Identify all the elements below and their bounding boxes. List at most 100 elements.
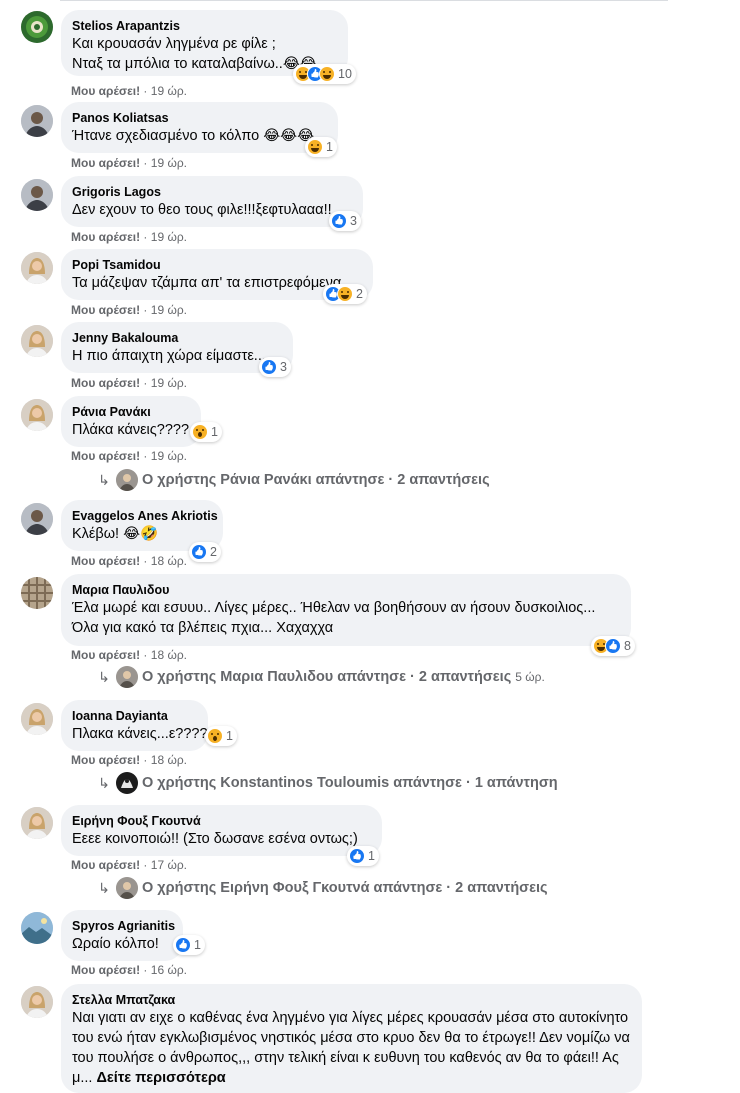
comment-timestamp[interactable]: 17 ώρ.: [151, 858, 187, 872]
comment-text: Όλα για κακό τα βλέπεις πχια... Χαχαχχα: [72, 620, 334, 636]
avatar[interactable]: [21, 986, 53, 1018]
like-reaction-icon: [331, 213, 347, 229]
comment-author-link[interactable]: Στελλα Μπατζακα: [72, 992, 630, 1008]
like-reaction-icon: [605, 638, 621, 654]
see-more-link[interactable]: Δείτε περισσότερα: [96, 1070, 225, 1086]
reaction-summary[interactable]: 3: [329, 211, 361, 231]
separator-dot: ·: [140, 230, 151, 244]
comment-timestamp[interactable]: 18 ώρ.: [151, 753, 187, 767]
comment-author-link[interactable]: Popi Tsamidou: [72, 257, 361, 273]
like-button[interactable]: Μου αρέσει!: [71, 84, 140, 98]
comment-author-link[interactable]: Evaggelos Anes Akriotis: [72, 508, 218, 524]
comment-bubble: Ioanna Dayianta Πλακα κάνεις...ε????: [61, 700, 208, 751]
like-button[interactable]: Μου αρέσει!: [71, 554, 140, 568]
comment-author-link[interactable]: Panos Koliatsas: [72, 110, 326, 126]
comment-bubble: Στελλα Μπατζακα Ναι γιατι αν ειχε ο καθέν…: [61, 984, 642, 1093]
comment-timestamp[interactable]: 19 ώρ.: [151, 449, 187, 463]
comment-author-link[interactable]: Μαρια Παυλιδου: [72, 582, 619, 598]
comment-text: Πλακα κάνεις...ε????: [72, 726, 208, 742]
like-button[interactable]: Μου αρέσει!: [71, 156, 140, 170]
comment-text: Και κρουασάν ληγμένα ρε φίλε ;: [72, 36, 276, 52]
avatar[interactable]: [21, 179, 53, 211]
comment-timestamp[interactable]: 16 ώρ.: [151, 963, 187, 977]
comment-text: Έλα μωρέ και εσυυυ.. Λίγες μέρες.. Ήθελα…: [72, 600, 596, 616]
comment-timestamp[interactable]: 19 ώρ.: [151, 303, 187, 317]
avatar[interactable]: [21, 105, 53, 137]
wow-reaction-icon: [192, 424, 208, 440]
comment-text: Δεν εχουν το θεο τους φιλε!!!ξεφτυλααα!!: [72, 202, 332, 218]
top-divider: [60, 0, 668, 1]
comment-author-link[interactable]: Ράνια Ρανάκι: [72, 404, 189, 420]
comment-bubble: Ράνια Ρανάκι Πλάκα κάνεις????: [61, 396, 201, 447]
avatar[interactable]: [21, 807, 53, 839]
view-replies-link[interactable]: ↳ Ο χρήστης Ράνια Ρανάκι απάντησε · 2 απα…: [97, 469, 490, 491]
separator-dot: ·: [140, 858, 151, 872]
reaction-summary[interactable]: 1: [205, 726, 237, 746]
view-replies-link[interactable]: ↳ Ο χρήστης Konstantinos Touloumis απάντη…: [97, 772, 558, 794]
comment-author-link[interactable]: Stelios Arapantzis: [72, 18, 336, 34]
avatar[interactable]: [21, 703, 53, 735]
avatar[interactable]: [21, 11, 53, 43]
avatar[interactable]: [21, 577, 53, 609]
like-button[interactable]: Μου αρέσει!: [71, 858, 140, 872]
wow-reaction-icon: [207, 728, 223, 744]
replies-text: Ο χρήστης Μαρια Παυλιδου απάντησε · 2 απ…: [142, 669, 512, 685]
avatar[interactable]: [21, 399, 53, 431]
comment-timestamp[interactable]: 19 ώρ.: [151, 376, 187, 390]
like-reaction-icon: [349, 848, 365, 864]
reaction-summary[interactable]: 3: [259, 357, 291, 377]
reaction-count: 2: [210, 545, 217, 559]
comment-timestamp[interactable]: 19 ώρ.: [151, 84, 187, 98]
separator-dot: ·: [140, 376, 151, 390]
separator-dot: ·: [140, 84, 151, 98]
like-reaction-icon: [191, 544, 207, 560]
view-replies-link[interactable]: ↳ Ο χρήστης Μαρια Παυλιδου απάντησε · 2 α…: [97, 666, 545, 688]
like-button[interactable]: Μου αρέσει!: [71, 753, 140, 767]
comment-author-link[interactable]: Jenny Bakalouma: [72, 330, 281, 346]
comment-timestamp[interactable]: 18 ώρ.: [151, 554, 187, 568]
comment-actions: Μου αρέσει! · 19 ώρ.: [71, 375, 187, 391]
comment-actions: Μου αρέσει! · 16 ώρ.: [71, 962, 187, 978]
like-button[interactable]: Μου αρέσει!: [71, 449, 140, 463]
comment-author-link[interactable]: Ειρήνη Φουξ Γκουτνά: [72, 813, 370, 829]
like-button[interactable]: Μου αρέσει!: [71, 376, 140, 390]
reaction-summary[interactable]: 1: [173, 935, 205, 955]
reaction-summary[interactable]: 1: [190, 422, 222, 442]
reaction-count: 1: [368, 849, 375, 863]
reaction-summary[interactable]: 2: [189, 542, 221, 562]
like-button[interactable]: Μου αρέσει!: [71, 648, 140, 662]
like-button[interactable]: Μου αρέσει!: [71, 963, 140, 977]
comment-author-link[interactable]: Spyros Agrianitis: [72, 918, 175, 934]
reaction-summary[interactable]: 10: [293, 64, 356, 84]
like-button[interactable]: Μου αρέσει!: [71, 303, 140, 317]
comment-actions: Μου αρέσει! · 19 ώρ.: [71, 229, 187, 245]
reply-arrow-icon: ↳: [98, 774, 110, 791]
comment-bubble: Ειρήνη Φουξ Γκουτνά Εεεε κοινοποιώ!! (Στο…: [61, 805, 382, 856]
separator-dot: ·: [140, 449, 151, 463]
reaction-summary[interactable]: 1: [347, 846, 379, 866]
comment-text: Η πιο άπαιχτη χώρα είμαστε.....: [72, 348, 274, 364]
like-button[interactable]: Μου αρέσει!: [71, 230, 140, 244]
comment-author-link[interactable]: Ioanna Dayianta: [72, 708, 196, 724]
comment-text: Τα μάζεψαν τζάμπα απ' τα επιστρεφόμενα: [72, 275, 342, 291]
reply-avatar: [116, 666, 138, 688]
reaction-summary[interactable]: 2: [323, 284, 367, 304]
avatar[interactable]: [21, 325, 53, 357]
reaction-summary[interactable]: 8: [591, 636, 635, 656]
comment-actions: Μου αρέσει! · 19 ώρ.: [71, 448, 187, 464]
view-replies-link[interactable]: ↳ Ο χρήστης Ειρήνη Φουξ Γκουτνά απάντησε …: [97, 877, 548, 899]
comment-timestamp[interactable]: 19 ώρ.: [151, 156, 187, 170]
comment-timestamp[interactable]: 19 ώρ.: [151, 230, 187, 244]
comment-actions: Μου αρέσει! · 18 ώρ.: [71, 553, 187, 569]
comment-actions: Μου αρέσει! · 19 ώρ.: [71, 83, 187, 99]
reply-avatar: [116, 877, 138, 899]
comment-actions: Μου αρέσει! · 17 ώρ.: [71, 857, 187, 873]
avatar[interactable]: [21, 252, 53, 284]
reply-avatar: [116, 772, 138, 794]
comment-timestamp[interactable]: 18 ώρ.: [151, 648, 187, 662]
reaction-count: 3: [280, 360, 287, 374]
avatar[interactable]: [21, 912, 53, 944]
comment-author-link[interactable]: Grigoris Lagos: [72, 184, 351, 200]
avatar[interactable]: [21, 503, 53, 535]
reaction-summary[interactable]: 1: [305, 137, 337, 157]
